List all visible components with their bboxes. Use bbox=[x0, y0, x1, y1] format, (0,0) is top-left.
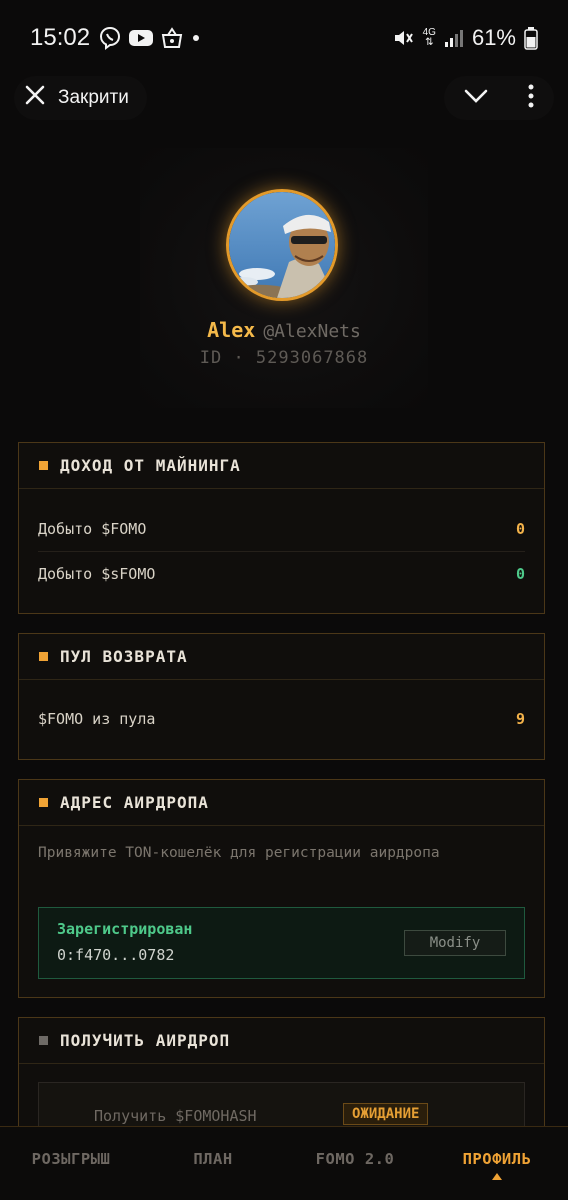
mining-income-header: ДОХОД ОТ МАЙНИНГА bbox=[19, 443, 544, 489]
signal-icon bbox=[444, 28, 464, 48]
mining-row-label: Добыто $FOMO bbox=[38, 519, 147, 538]
nav-item-plan[interactable]: ПЛАН bbox=[142, 1127, 284, 1168]
more-menu-icon[interactable] bbox=[527, 84, 535, 112]
refund-pool-title: ПУЛ ВОЗВРАТА bbox=[60, 647, 188, 666]
close-button[interactable]: Закрити bbox=[14, 76, 147, 120]
airdrop-address-card: АДРЕС АИРДРОПА Привяжите TON-кошелёк для… bbox=[18, 779, 545, 998]
airdrop-address-hint: Привяжите TON-кошелёк для регистрации аи… bbox=[38, 845, 440, 861]
refund-row-value: 9 bbox=[515, 709, 525, 728]
status-bar: 15:02 4G ⇅ 61% bbox=[0, 0, 568, 76]
youtube-icon bbox=[128, 28, 154, 48]
mute-icon bbox=[391, 26, 415, 50]
claim-airdrop-header: ПОЛУЧИТЬ АИРДРОП bbox=[19, 1018, 544, 1064]
nav-item-profile[interactable]: ПРОФИЛЬ bbox=[426, 1127, 568, 1180]
section-marker-icon bbox=[39, 652, 48, 661]
section-marker-icon bbox=[39, 1036, 48, 1045]
bottom-nav: РОЗЫГРЫШ ПЛАН FOMO 2.0 ПРОФИЛЬ bbox=[0, 1126, 568, 1200]
mining-row-value: 0 bbox=[515, 565, 525, 583]
data-arrows-icon: ⇅ bbox=[425, 37, 434, 48]
mining-income-title: ДОХОД ОТ МАЙНИНГА bbox=[60, 456, 241, 475]
viber-icon bbox=[98, 26, 122, 50]
mining-row-value: 0 bbox=[515, 519, 525, 538]
refund-row-label: $FOMO из пула bbox=[38, 709, 156, 728]
nav-item-label: ПРОФИЛЬ bbox=[462, 1150, 532, 1168]
active-caret-icon bbox=[492, 1173, 502, 1180]
modify-button[interactable]: Modify bbox=[404, 930, 506, 956]
chevron-down-icon[interactable] bbox=[463, 87, 489, 109]
close-label: Закрити bbox=[58, 87, 129, 108]
shop-icon bbox=[160, 27, 184, 49]
refund-pool-header: ПУЛ ВОЗВРАТА bbox=[19, 634, 544, 680]
header-actions bbox=[444, 76, 554, 120]
wallet-address: 0:f470...0782 bbox=[57, 946, 175, 964]
avatar bbox=[226, 189, 338, 301]
profile-handle: @AlexNets bbox=[263, 321, 361, 342]
wallet-status-box: Зарегистрирован 0:f470...0782 Modify bbox=[38, 907, 525, 979]
refund-row: $FOMO из пула 9 bbox=[38, 696, 525, 741]
nav-item-fomo2[interactable]: FOMO 2.0 bbox=[284, 1127, 426, 1168]
profile-id: ID · 5293067868 bbox=[199, 348, 369, 368]
section-marker-icon bbox=[39, 461, 48, 470]
airdrop-address-title: АДРЕС АИРДРОПА bbox=[60, 793, 209, 812]
mining-income-card: ДОХОД ОТ МАЙНИНГА Добыто $FOMO 0 Добыто … bbox=[18, 442, 545, 614]
section-marker-icon bbox=[39, 798, 48, 807]
network-icon: 4G ⇅ bbox=[423, 28, 436, 48]
mining-row-fomo: Добыто $FOMO 0 bbox=[38, 506, 525, 551]
mining-row-label: Добыто $sFOMO bbox=[38, 565, 156, 583]
status-icons-right: 4G ⇅ 61% bbox=[391, 25, 538, 51]
nav-item-raffle[interactable]: РОЗЫГРЫШ bbox=[0, 1127, 142, 1168]
battery-icon bbox=[524, 26, 538, 50]
wallet-status: Зарегистрирован bbox=[57, 920, 193, 938]
webapp-header: Закрити bbox=[0, 76, 568, 120]
airdrop-address-header: АДРЕС АИРДРОПА bbox=[19, 780, 544, 826]
refund-pool-card: ПУЛ ВОЗВРАТА $FOMO из пула 9 bbox=[18, 633, 545, 760]
status-time: 15:02 bbox=[30, 24, 91, 51]
status-icons-left bbox=[98, 26, 202, 50]
dot-icon bbox=[190, 32, 202, 44]
claim-airdrop-title: ПОЛУЧИТЬ АИРДРОП bbox=[60, 1031, 231, 1050]
status-badge: ОЖИДАНИЕ bbox=[343, 1103, 429, 1125]
mining-row-sfomo: Добыто $sFOMO 0 bbox=[38, 551, 525, 596]
profile-name: Alex bbox=[207, 318, 256, 342]
battery-percent: 61% bbox=[471, 25, 516, 50]
profile-name-line: Alex @AlexNets bbox=[0, 318, 568, 342]
claim-label: Получить $FOMOHASH bbox=[94, 1107, 257, 1125]
close-icon bbox=[24, 84, 46, 112]
